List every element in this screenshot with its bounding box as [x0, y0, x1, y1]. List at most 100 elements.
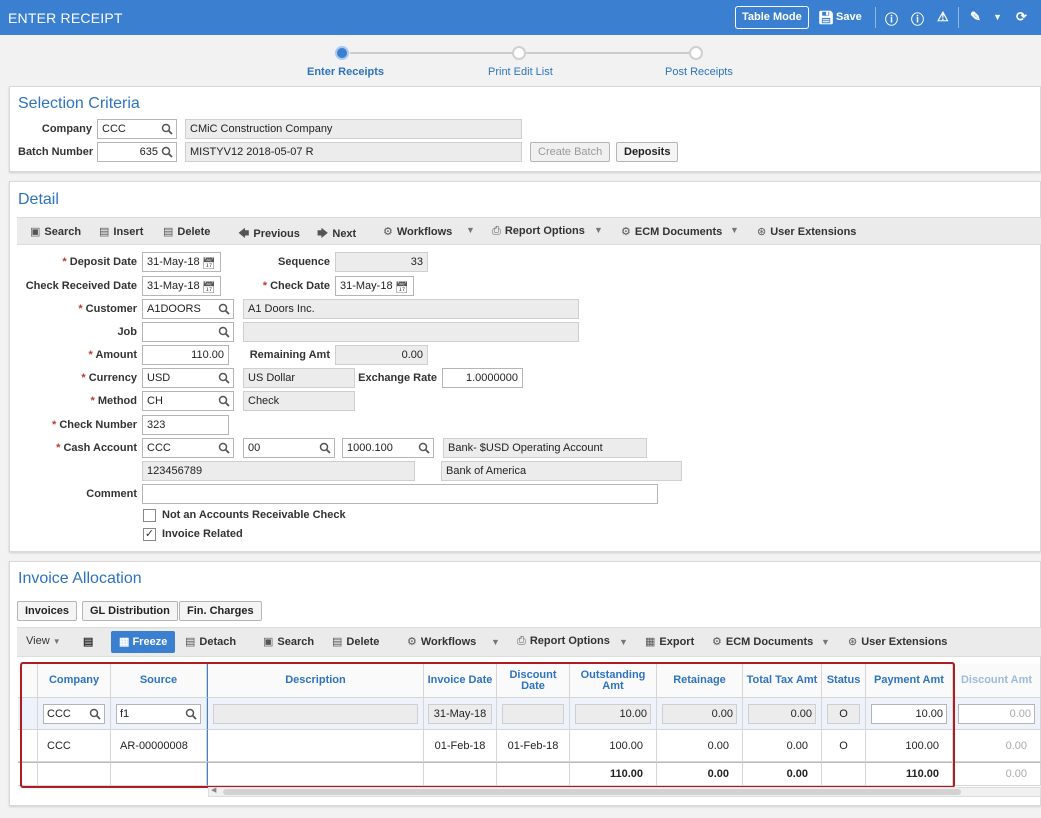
- col-total-tax-amt[interactable]: Total Tax Amt: [743, 664, 822, 698]
- invoice-related-checkbox[interactable]: ✓: [143, 528, 156, 541]
- next-button[interactable]: 🡆 Next: [317, 225, 356, 244]
- allocation-user-extensions-button[interactable]: ⊛ User Extensions: [848, 635, 947, 648]
- search-icon[interactable]: [185, 708, 197, 720]
- detach-button[interactable]: ▤ Detach: [185, 635, 236, 648]
- ecm-documents-button[interactable]: ⚙ ECM Documents: [621, 225, 722, 238]
- col-payment-amt[interactable]: Payment Amt: [866, 664, 953, 698]
- check-number-input[interactable]: 323: [142, 415, 229, 435]
- not-ar-check-checkbox[interactable]: [143, 509, 156, 522]
- step-post-receipts[interactable]: Post Receipts: [665, 66, 733, 78]
- previous-button[interactable]: 🡄 Previous: [238, 225, 300, 244]
- col-description[interactable]: Description: [207, 664, 424, 698]
- col-discount-date[interactable]: Discount Date: [497, 664, 570, 698]
- chevron-down-icon[interactable]: ▼: [821, 637, 830, 647]
- col-invoice-date[interactable]: Invoice Date: [424, 664, 497, 698]
- warning-icon[interactable]: ⚠: [937, 9, 949, 25]
- view-menu[interactable]: View ▼: [26, 635, 61, 647]
- calendar-icon[interactable]: 📅︎: [202, 255, 216, 271]
- filter-company-input[interactable]: CCC: [43, 703, 105, 724]
- row-selector[interactable]: [18, 698, 38, 730]
- comment-input[interactable]: [142, 484, 658, 504]
- chevron-down-icon[interactable]: ▼: [466, 225, 475, 235]
- search-icon[interactable]: [418, 442, 430, 454]
- search-icon[interactable]: [218, 326, 230, 338]
- currency-input[interactable]: USD: [142, 368, 234, 388]
- search-icon[interactable]: [161, 146, 173, 158]
- search-icon[interactable]: [161, 123, 173, 135]
- step-dot[interactable]: [512, 46, 526, 60]
- step-enter-receipts[interactable]: Enter Receipts: [307, 66, 384, 78]
- exchange-rate-input[interactable]: 1.0000000: [442, 368, 523, 388]
- check-received-date-input[interactable]: 31-May-18 📅︎: [142, 276, 221, 296]
- cash-account-input[interactable]: 1000.100: [342, 438, 434, 458]
- filter-source-input[interactable]: f1: [116, 703, 201, 724]
- cash-department-input[interactable]: 00: [243, 438, 335, 458]
- allocation-delete-button[interactable]: ▤ Delete: [332, 635, 379, 648]
- workflows-button[interactable]: ⚙ Workflows: [383, 225, 452, 238]
- search-icon[interactable]: [218, 372, 230, 384]
- check-date-input[interactable]: 31-May-18 📅︎: [335, 276, 414, 296]
- allocation-ecm-button[interactable]: ⚙ ECM Documents: [712, 635, 813, 648]
- deposit-date-input[interactable]: 31-May-18 📅︎: [142, 252, 221, 272]
- allocation-workflows-button[interactable]: ⚙ Workflows: [407, 635, 476, 648]
- export-button[interactable]: ▦ Export: [645, 635, 694, 648]
- step-dot[interactable]: [689, 46, 703, 60]
- report-options-button[interactable]: ⎙ Report Options: [492, 225, 585, 238]
- row-selector[interactable]: [18, 730, 38, 762]
- detail-insert-button[interactable]: ▤ Insert: [99, 225, 143, 238]
- chevron-down-icon[interactable]: ▼: [619, 637, 628, 647]
- chevron-down-icon[interactable]: ▼: [993, 12, 1002, 22]
- col-discount-amt[interactable]: Discount Amt: [953, 664, 1041, 698]
- invoices-tab-button[interactable]: Invoices: [17, 601, 78, 621]
- col-retainage[interactable]: Retainage: [657, 664, 743, 698]
- help-icon[interactable]: ⓘ: [911, 9, 924, 28]
- allocation-search-button[interactable]: ▣ Search: [263, 635, 314, 648]
- allocation-report-options-button[interactable]: ⎙ Report Options: [517, 635, 610, 648]
- amount-input[interactable]: 110.00: [142, 345, 229, 365]
- chevron-down-icon[interactable]: ▼: [491, 637, 500, 647]
- chevron-down-icon[interactable]: ▼: [730, 225, 739, 235]
- save-icon[interactable]: 💾︎: [818, 10, 835, 26]
- freeze-button[interactable]: ▦ Freeze: [111, 631, 176, 653]
- scrollbar-thumb[interactable]: [223, 789, 961, 795]
- fin-charges-tab-button[interactable]: Fin. Charges: [179, 601, 262, 621]
- col-outstanding-amt[interactable]: Outstanding Amt: [570, 664, 657, 698]
- save-button[interactable]: Save: [836, 11, 862, 23]
- search-icon[interactable]: [218, 303, 230, 315]
- user-extensions-button[interactable]: ⊛ User Extensions: [757, 225, 856, 238]
- col-source[interactable]: Source: [111, 664, 207, 698]
- deposits-button[interactable]: Deposits: [616, 142, 679, 162]
- search-icon[interactable]: [218, 395, 230, 407]
- refresh-icon[interactable]: ⟳: [1016, 9, 1027, 25]
- chevron-down-icon[interactable]: ▼: [594, 225, 603, 235]
- col-company[interactable]: Company: [38, 664, 111, 698]
- gl-distribution-tab-button[interactable]: GL Distribution: [82, 601, 178, 621]
- search-icon[interactable]: [89, 708, 101, 720]
- calendar-icon[interactable]: 📅︎: [202, 279, 216, 295]
- cash-company-input[interactable]: CCC: [142, 438, 234, 458]
- step-print-edit-list[interactable]: Print Edit List: [488, 66, 553, 78]
- filter-payment-input[interactable]: 10.00: [871, 703, 947, 724]
- column-settings-icon[interactable]: ▤: [83, 635, 93, 648]
- table-mode-button[interactable]: Table Mode: [735, 6, 809, 29]
- search-icon[interactable]: [319, 442, 331, 454]
- search-icon[interactable]: [218, 442, 230, 454]
- customer-input[interactable]: A1DOORS: [142, 299, 234, 319]
- batch-number-input[interactable]: 635: [97, 142, 177, 162]
- edit-icon[interactable]: ✎: [970, 9, 981, 25]
- job-input[interactable]: [142, 322, 234, 342]
- info-icon[interactable]: ⓘ: [885, 9, 898, 28]
- method-input[interactable]: CH: [142, 391, 234, 411]
- scroll-left-icon[interactable]: ◀: [211, 786, 216, 794]
- step-dot-active[interactable]: [335, 46, 349, 60]
- currency-label-text: Currency: [88, 372, 137, 384]
- filter-discount-input[interactable]: 0.00: [958, 703, 1035, 724]
- company-input[interactable]: CCC: [97, 119, 177, 139]
- detail-delete-button[interactable]: ▤ Delete: [163, 225, 210, 238]
- not-ar-check-label: Not an Accounts Receivable Check: [162, 509, 346, 521]
- detail-search-button[interactable]: ▣ Search: [30, 225, 81, 238]
- calendar-icon[interactable]: 📅︎: [395, 279, 409, 295]
- create-batch-button[interactable]: Create Batch: [530, 142, 611, 162]
- col-status[interactable]: Status: [822, 664, 866, 698]
- horizontal-scrollbar[interactable]: ◀: [208, 787, 1041, 797]
